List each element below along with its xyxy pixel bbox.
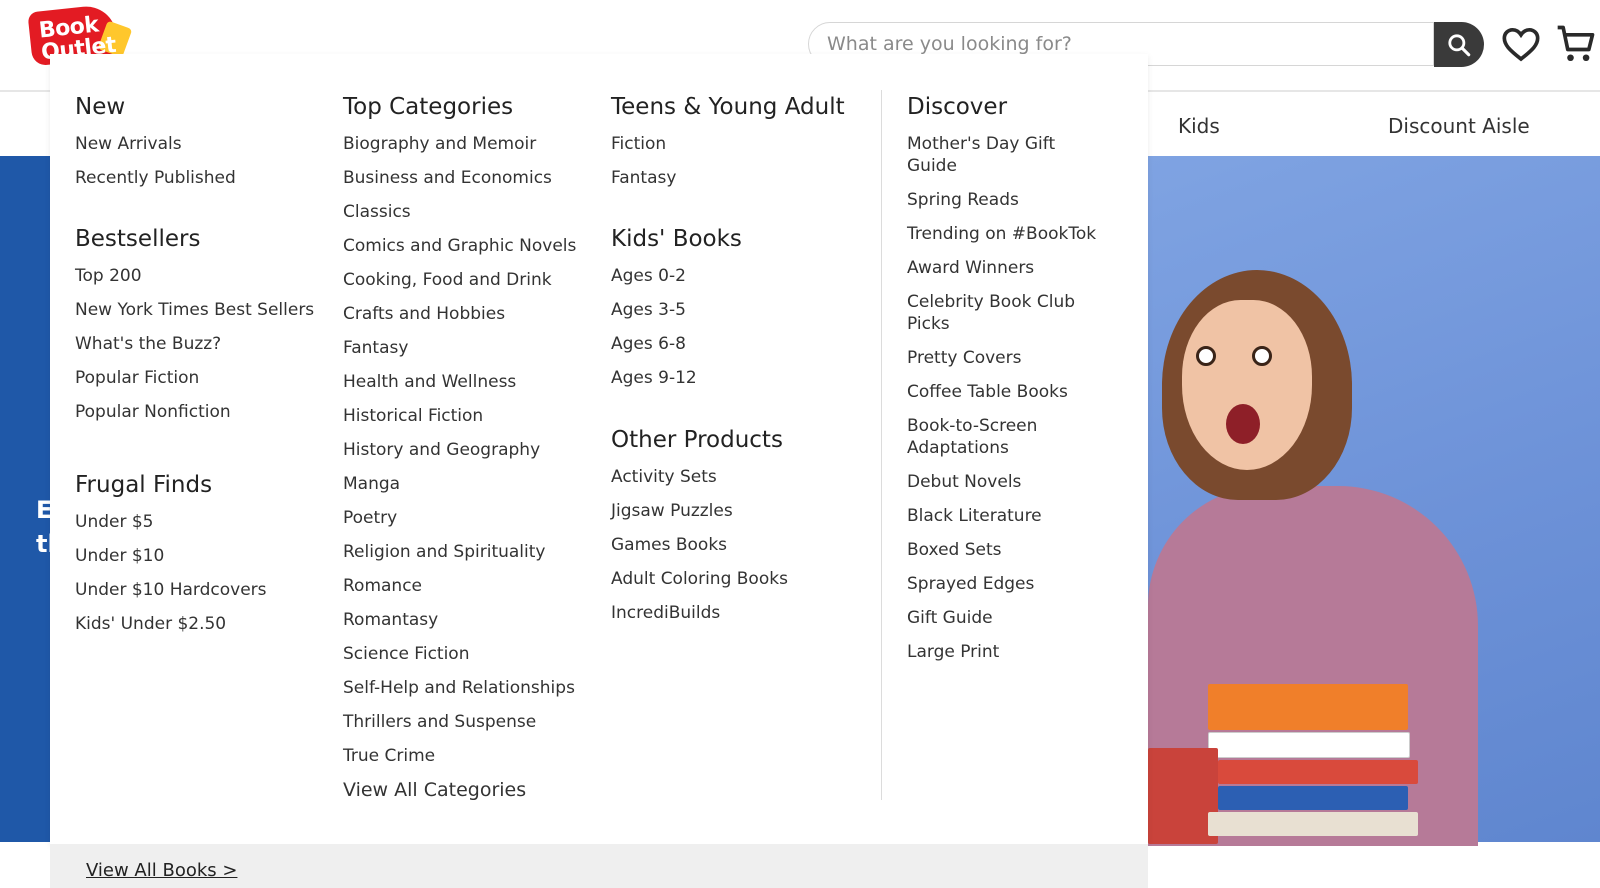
nav-item-kids[interactable]: Kids <box>1178 114 1220 138</box>
search-icon <box>1448 33 1471 56</box>
menu-column-discover: Discover Mother's Day Gift Guide Spring … <box>907 92 1097 663</box>
menu-link[interactable]: Trending on #BookTok <box>907 223 1097 245</box>
menu-heading-discover[interactable]: Discover <box>907 92 1097 122</box>
menu-heading-bestsellers[interactable]: Bestsellers <box>75 224 314 254</box>
menu-link[interactable]: Ages 0-2 <box>611 265 845 287</box>
menu-link[interactable]: What's the Buzz? <box>75 333 314 355</box>
menu-heading-frugal-finds[interactable]: Frugal Finds <box>75 470 314 500</box>
view-all-categories-link[interactable]: View All Categories <box>343 779 576 801</box>
book-blue <box>1218 786 1408 810</box>
menu-link[interactable]: Mother's Day Gift Guide <box>907 133 1097 177</box>
hero-woman-face <box>1182 300 1312 470</box>
menu-link[interactable]: Top 200 <box>75 265 314 287</box>
menu-link[interactable]: Spring Reads <box>907 189 1097 211</box>
menu-column-teens-kids-other: Teens & Young Adult Fiction Fantasy Kids… <box>611 92 845 624</box>
menu-link[interactable]: New Arrivals <box>75 133 314 155</box>
menu-link[interactable]: Biography and Memoir <box>343 133 576 155</box>
menu-link[interactable]: Cooking, Food and Drink <box>343 269 576 291</box>
hero-woman-eye-left <box>1196 346 1216 366</box>
menu-link[interactable]: Manga <box>343 473 576 495</box>
nav-item-discount-aisle[interactable]: Discount Aisle <box>1388 114 1530 138</box>
menu-link[interactable]: Large Print <box>907 641 1097 663</box>
menu-column-divider <box>881 90 882 800</box>
menu-link[interactable]: Self-Help and Relationships <box>343 677 576 699</box>
menu-link[interactable]: Poetry <box>343 507 576 529</box>
menu-link[interactable]: Under $5 <box>75 511 314 533</box>
menu-link[interactable]: Fantasy <box>343 337 576 359</box>
book-cream <box>1208 812 1418 836</box>
menu-link[interactable]: Ages 6-8 <box>611 333 845 355</box>
heart-icon <box>1502 27 1540 62</box>
menu-link[interactable]: Classics <box>343 201 576 223</box>
menu-link[interactable]: Comics and Graphic Novels <box>343 235 576 257</box>
menu-link[interactable]: Under $10 <box>75 545 314 567</box>
menu-link[interactable]: Business and Economics <box>343 167 576 189</box>
menu-link[interactable]: Religion and Spirituality <box>343 541 576 563</box>
menu-link[interactable]: Romance <box>343 575 576 597</box>
menu-link[interactable]: Ages 3-5 <box>611 299 845 321</box>
menu-link[interactable]: Historical Fiction <box>343 405 576 427</box>
menu-link[interactable]: Boxed Sets <box>907 539 1097 561</box>
book-red <box>1218 760 1418 784</box>
categories-mega-menu: New New Arrivals Recently Published Best… <box>50 54 1148 844</box>
view-all-books-link[interactable]: View All Books > <box>86 860 237 881</box>
menu-link[interactable]: Kids' Under $2.50 <box>75 613 314 635</box>
menu-heading-new[interactable]: New <box>75 92 314 122</box>
menu-link[interactable]: Popular Fiction <box>75 367 314 389</box>
book-orange <box>1208 684 1408 730</box>
menu-heading-kids-books[interactable]: Kids' Books <box>611 224 845 254</box>
menu-link[interactable]: Celebrity Book Club Picks <box>907 291 1097 335</box>
menu-link[interactable]: Gift Guide <box>907 607 1097 629</box>
hero-woman-mouth <box>1226 404 1260 444</box>
menu-link[interactable]: Crafts and Hobbies <box>343 303 576 325</box>
menu-link[interactable]: Games Books <box>611 534 845 556</box>
menu-link[interactable]: Ages 9-12 <box>611 367 845 389</box>
menu-link[interactable]: Fantasy <box>611 167 845 189</box>
menu-link[interactable]: Thrillers and Suspense <box>343 711 576 733</box>
menu-link[interactable]: Coffee Table Books <box>907 381 1097 403</box>
menu-heading-other-products[interactable]: Other Products <box>611 425 845 455</box>
menu-footer-bar: View All Books > <box>50 844 1148 888</box>
cart-icon <box>1557 25 1595 62</box>
menu-link[interactable]: Popular Nonfiction <box>75 401 314 423</box>
menu-link[interactable]: Sprayed Edges <box>907 573 1097 595</box>
menu-link[interactable]: Fiction <box>611 133 845 155</box>
menu-link[interactable]: New York Times Best Sellers <box>75 299 314 321</box>
menu-link[interactable]: Under $10 Hardcovers <box>75 579 314 601</box>
menu-heading-teens[interactable]: Teens & Young Adult <box>611 92 845 122</box>
book-white <box>1208 732 1410 758</box>
menu-link[interactable]: Health and Wellness <box>343 371 576 393</box>
menu-link[interactable]: Debut Novels <box>907 471 1097 493</box>
wishlist-button[interactable] <box>1500 24 1542 64</box>
menu-link[interactable]: IncrediBuilds <box>611 602 845 624</box>
menu-column-top-categories: Top Categories Biography and Memoir Busi… <box>343 92 576 801</box>
menu-link[interactable]: Science Fiction <box>343 643 576 665</box>
menu-link[interactable]: Pretty Covers <box>907 347 1097 369</box>
menu-link[interactable]: History and Geography <box>343 439 576 461</box>
menu-link[interactable]: True Crime <box>343 745 576 767</box>
hero-woman-eye-right <box>1252 346 1272 366</box>
menu-link[interactable]: Adult Coloring Books <box>611 568 845 590</box>
menu-link[interactable]: Jigsaw Puzzles <box>611 500 845 522</box>
menu-link[interactable]: Book-to-Screen Adaptations <box>907 415 1097 459</box>
menu-column-new: New New Arrivals Recently Published Best… <box>75 92 314 635</box>
menu-link[interactable]: Recently Published <box>75 167 314 189</box>
hero-book-stack <box>1148 684 1448 844</box>
menu-link[interactable]: Romantasy <box>343 609 576 631</box>
menu-link[interactable]: Award Winners <box>907 257 1097 279</box>
menu-link[interactable]: Activity Sets <box>611 466 845 488</box>
menu-link[interactable]: Black Literature <box>907 505 1097 527</box>
search-button[interactable] <box>1434 22 1484 67</box>
cart-button[interactable] <box>1554 22 1598 66</box>
menu-heading-top-categories[interactable]: Top Categories <box>343 92 576 122</box>
